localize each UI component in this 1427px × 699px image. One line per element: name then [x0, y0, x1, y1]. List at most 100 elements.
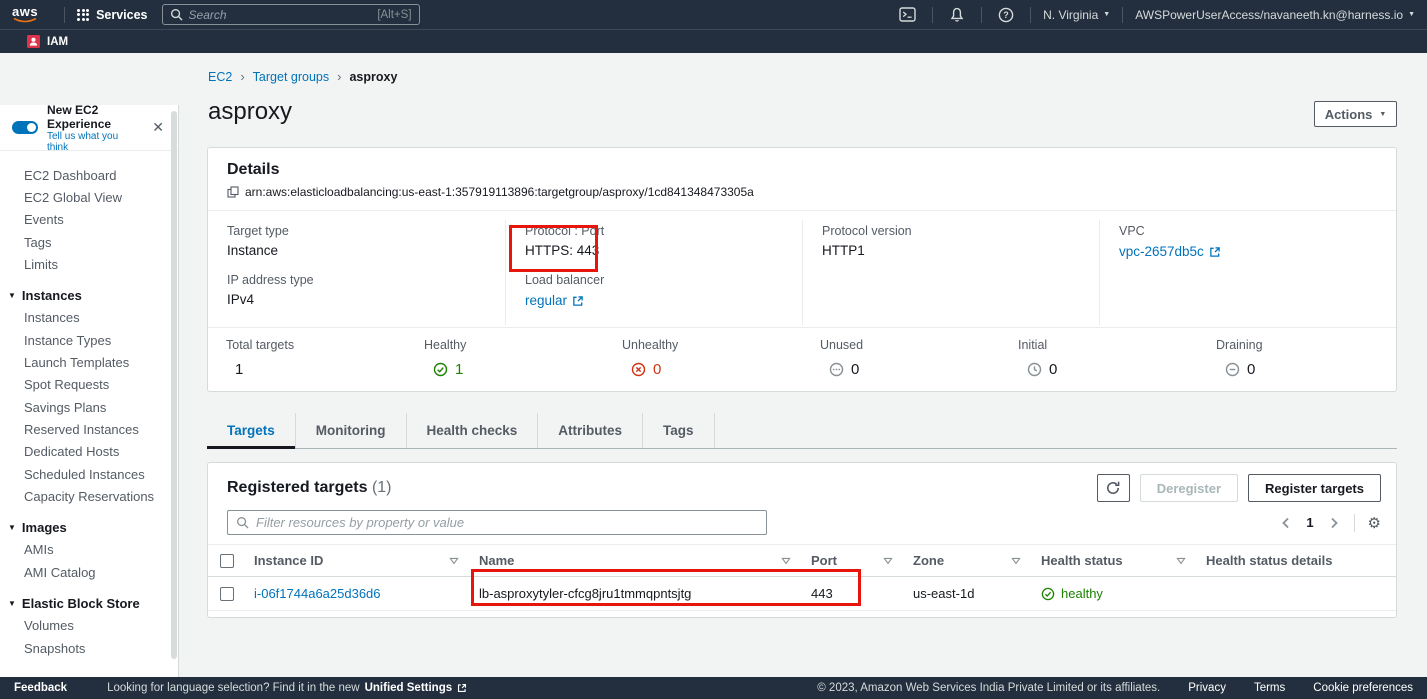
sidebar-item-dedicated-hosts[interactable]: Dedicated Hosts: [0, 441, 178, 463]
table-settings-gear-icon[interactable]: ⚙: [1368, 514, 1381, 532]
tab-targets[interactable]: Targets: [207, 413, 296, 448]
sidebar-item-ec2-global-view[interactable]: EC2 Global View: [0, 186, 178, 208]
instance-id-link[interactable]: i-06f1744a6a25d36d6: [246, 586, 471, 601]
sidebar-section-instances[interactable]: ▼Instances: [0, 284, 178, 306]
account-menu[interactable]: AWSPowerUserAccess/navaneeth.kn@harness.…: [1135, 8, 1415, 22]
load-balancer-link[interactable]: regular: [525, 293, 584, 308]
sidebar-scrollbar[interactable]: [171, 111, 177, 659]
table-header-row: Instance ID Name Port Zone Health status…: [208, 544, 1396, 577]
sort-icon[interactable]: [781, 557, 791, 565]
filter-input[interactable]: [256, 515, 758, 530]
column-header-health-status[interactable]: Health status: [1033, 553, 1198, 568]
recently-visited-bar: IAM: [0, 29, 1427, 53]
sidebar-item-volumes[interactable]: Volumes: [0, 615, 178, 637]
sidebar-item-events[interactable]: Events: [0, 209, 178, 231]
vpc-link[interactable]: vpc-2657db5c: [1119, 244, 1221, 259]
help-button[interactable]: ?: [994, 7, 1018, 23]
cloudshell-button[interactable]: [895, 7, 920, 22]
breadcrumb-separator: ›: [337, 69, 341, 84]
page-title: asproxy: [208, 98, 292, 126]
deregister-button[interactable]: Deregister: [1140, 474, 1238, 502]
sidebar-item-limits[interactable]: Limits: [0, 253, 178, 275]
ellipsis-circle-icon: [829, 362, 844, 377]
iam-service-icon[interactable]: [27, 35, 40, 48]
tab-tags[interactable]: Tags: [643, 413, 715, 448]
aws-logo[interactable]: aws: [12, 6, 38, 24]
region-selector[interactable]: N. Virginia ▼: [1043, 8, 1110, 22]
sidebar-item-ami-catalog[interactable]: AMI Catalog: [0, 561, 178, 583]
close-icon[interactable]: ✕: [148, 117, 168, 138]
sidebar-item-amis[interactable]: AMIs: [0, 539, 178, 561]
sidebar-item-capacity-reservations[interactable]: Capacity Reservations: [0, 485, 178, 507]
copy-icon[interactable]: [227, 186, 239, 198]
feedback-button[interactable]: Feedback: [14, 682, 67, 694]
column-header-instance-id[interactable]: Instance ID: [246, 553, 471, 568]
sidebar-item-savings-plans[interactable]: Savings Plans: [0, 396, 178, 418]
column-header-port[interactable]: Port: [803, 553, 905, 568]
search-icon: [236, 516, 249, 529]
next-page-button[interactable]: [1327, 515, 1341, 531]
stat-initial: Initial 0: [1000, 338, 1198, 378]
feedback-link[interactable]: Tell us what you think: [47, 131, 139, 153]
select-all-checkbox[interactable]: [220, 554, 234, 568]
protocol-port-value: HTTPS: 443: [525, 243, 783, 258]
previous-page-button[interactable]: [1279, 515, 1293, 531]
breadcrumb-target-groups[interactable]: Target groups: [253, 70, 329, 84]
svg-text:?: ?: [1003, 10, 1009, 20]
column-header-name[interactable]: Name: [471, 553, 803, 568]
health-status-cell: healthy: [1033, 586, 1198, 601]
notifications-button[interactable]: [945, 7, 969, 23]
actions-button[interactable]: Actions ▼: [1314, 101, 1397, 127]
search-bar[interactable]: [Alt+S]: [162, 4, 420, 25]
help-icon: ?: [998, 7, 1014, 23]
privacy-link[interactable]: Privacy: [1188, 682, 1226, 694]
register-targets-button[interactable]: Register targets: [1248, 474, 1381, 502]
breadcrumb-ec2[interactable]: EC2: [208, 70, 232, 84]
current-page-number[interactable]: 1: [1302, 515, 1317, 530]
tab-attributes[interactable]: Attributes: [538, 413, 643, 448]
sidebar-item-instances[interactable]: Instances: [0, 307, 178, 329]
row-checkbox[interactable]: [220, 587, 234, 601]
port-cell: 443: [803, 586, 905, 601]
load-balancer-label: Load balancer: [525, 273, 783, 287]
region-label: N. Virginia: [1043, 8, 1098, 22]
sort-icon[interactable]: [883, 557, 893, 565]
chevron-down-icon: ▼: [1408, 11, 1415, 18]
sidebar-item-reserved-instances[interactable]: Reserved Instances: [0, 418, 178, 440]
sidebar-item-instance-types[interactable]: Instance Types: [0, 329, 178, 351]
sidebar-item-ec2-dashboard[interactable]: EC2 Dashboard: [0, 164, 178, 186]
sidebar-item-scheduled-instances[interactable]: Scheduled Instances: [0, 463, 178, 485]
refresh-button[interactable]: [1097, 474, 1130, 502]
sort-icon[interactable]: [449, 557, 459, 565]
chevron-down-icon: ▼: [1103, 11, 1110, 18]
sidebar-item-snapshots[interactable]: Snapshots: [0, 637, 178, 659]
table-row: i-06f1744a6a25d36d6 lb-asproxytyler-cfcg…: [208, 577, 1396, 611]
check-circle-icon: [1041, 587, 1055, 601]
terms-link[interactable]: Terms: [1254, 682, 1285, 694]
recent-service-link[interactable]: IAM: [47, 36, 68, 48]
services-menu[interactable]: Services: [77, 8, 147, 22]
tab-health-checks[interactable]: Health checks: [407, 413, 539, 448]
sort-icon[interactable]: [1011, 557, 1021, 565]
details-panel: Details arn:aws:elasticloadbalancing:us-…: [207, 147, 1397, 392]
sidebar-item-spot-requests[interactable]: Spot Requests: [0, 374, 178, 396]
sidebar-section-elastic-block-store[interactable]: ▼Elastic Block Store: [0, 592, 178, 614]
sidebar: New EC2 Experience Tell us what you thin…: [0, 105, 179, 677]
new-experience-toggle[interactable]: [12, 121, 38, 134]
stat-unused: Unused 0: [802, 338, 1000, 378]
column-header-zone[interactable]: Zone: [905, 553, 1033, 568]
sidebar-item-launch-templates[interactable]: Launch Templates: [0, 351, 178, 373]
tab-monitoring[interactable]: Monitoring: [296, 413, 407, 448]
unified-settings-link[interactable]: Unified Settings: [365, 682, 453, 694]
chevron-down-icon: ▼: [8, 599, 16, 608]
sort-icon[interactable]: [1176, 557, 1186, 565]
registered-targets-title: Registered targets (1): [227, 479, 392, 497]
sidebar-nav: EC2 Dashboard EC2 Global View Events Tag…: [0, 151, 178, 659]
sidebar-item-tags[interactable]: Tags: [0, 231, 178, 253]
filter-box[interactable]: [227, 510, 767, 535]
search-input[interactable]: [189, 8, 372, 22]
cookie-preferences-link[interactable]: Cookie preferences: [1313, 682, 1413, 694]
column-header-health-status-details: Health status details: [1198, 553, 1396, 568]
tab-bar: Targets Monitoring Health checks Attribu…: [207, 413, 1397, 449]
sidebar-section-images[interactable]: ▼Images: [0, 516, 178, 538]
